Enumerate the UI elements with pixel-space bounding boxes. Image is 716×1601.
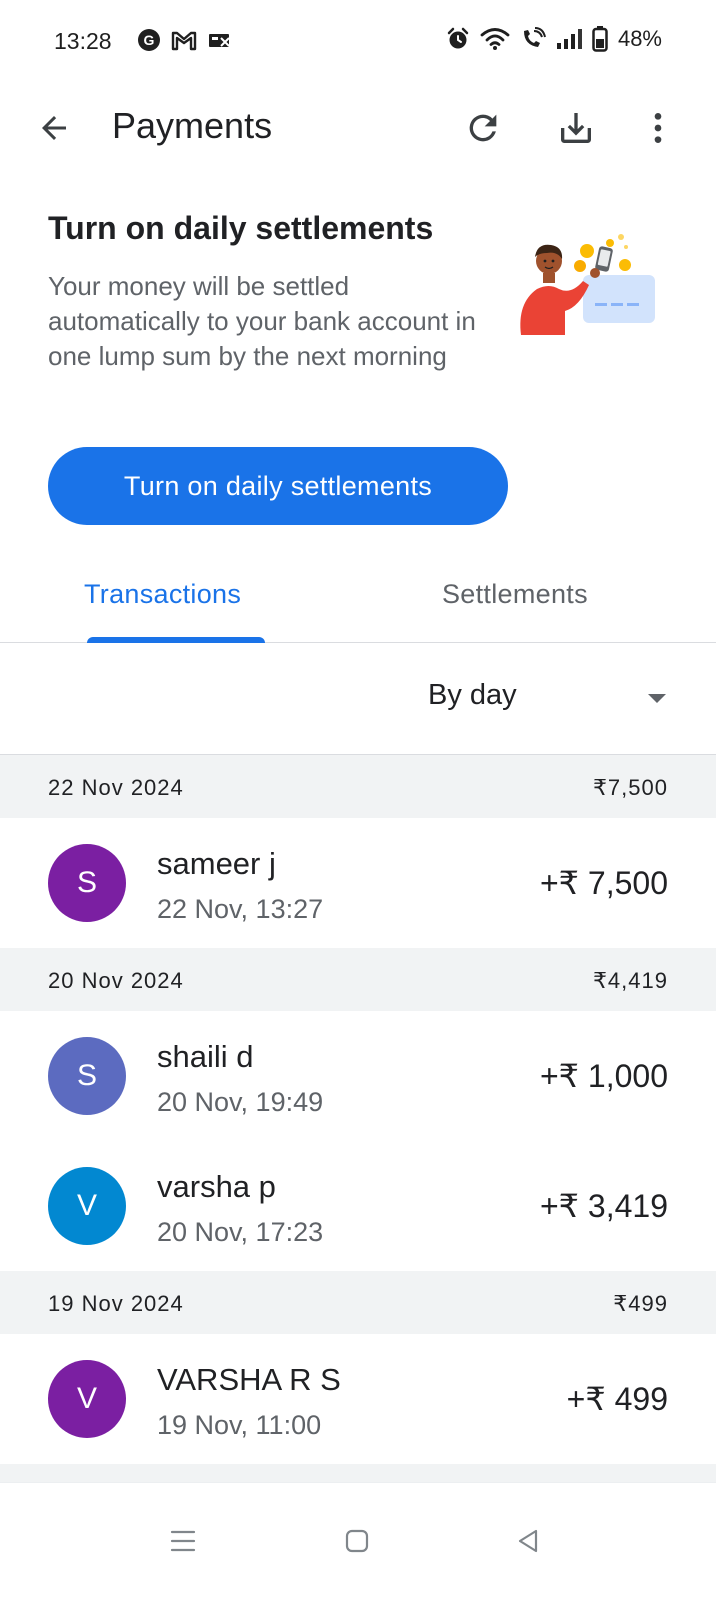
app-bar: Payments — [0, 84, 716, 172]
tab-transactions-label: Transactions — [84, 579, 242, 609]
signal-icon — [556, 29, 582, 49]
transaction-row[interactable]: S sameer j 22 Nov, 13:27 +₹ 7,500 — [0, 818, 716, 948]
home-button[interactable] — [339, 1523, 375, 1559]
wifi-calling-icon — [523, 27, 546, 47]
transaction-time: 20 Nov, 19:49 — [157, 1087, 324, 1117]
square-icon — [345, 1529, 369, 1553]
filter-row: By day — [0, 643, 716, 755]
arrow-back-icon — [42, 116, 66, 140]
avatar: V — [48, 1167, 126, 1245]
page-title: Payments — [112, 105, 273, 146]
arrow-drop-down-icon — [648, 694, 666, 703]
day-total: ₹499 — [613, 1291, 668, 1316]
download-button[interactable] — [552, 104, 600, 152]
transaction-time: 22 Nov, 13:27 — [157, 894, 324, 924]
tab-settlements-label: Settlements — [442, 579, 588, 609]
day-header: 20 Nov 2024 ₹4,419 — [0, 948, 716, 1011]
daily-settlements-promo: Turn on daily settlements Your money wil… — [48, 205, 688, 535]
payer-name: shaili d — [157, 1039, 254, 1074]
day-date: 22 Nov 2024 — [48, 775, 184, 800]
alarm-icon — [447, 27, 469, 49]
period-dropdown[interactable]: By day — [428, 677, 668, 721]
transaction-time: 20 Nov, 17:23 — [157, 1217, 324, 1247]
status-right: 48% — [446, 26, 662, 52]
period-dropdown-value: By day — [428, 679, 517, 711]
status-bar: 13:28 G 48% — [0, 0, 716, 84]
transaction-amount: +₹ 1,000 — [539, 1058, 668, 1094]
status-time: 13:28 — [54, 28, 112, 54]
avatar-initial: V — [76, 1189, 97, 1222]
transaction-row[interactable]: V VARSHA R S 19 Nov, 11:00 +₹ 499 — [0, 1334, 716, 1464]
tab-bar: Transactions Settlements — [0, 565, 716, 643]
transaction-row[interactable]: S shaili d 20 Nov, 19:49 +₹ 1,000 — [0, 1011, 716, 1141]
back-nav-button[interactable] — [510, 1523, 546, 1559]
more-vert-icon — [654, 113, 662, 143]
more-options-button[interactable] — [634, 104, 682, 152]
payer-name: sameer j — [157, 846, 276, 881]
wifi-icon — [480, 28, 510, 50]
day-header: 19 Nov 2024 ₹499 — [0, 1271, 716, 1334]
avatar-initial: S — [76, 866, 97, 899]
avatar: S — [48, 844, 126, 922]
settlement-illustration — [520, 234, 655, 335]
turn-on-daily-settlements-button[interactable]: Turn on daily settlements — [48, 447, 508, 525]
download-icon — [561, 113, 591, 143]
transaction-amount: +₹ 499 — [566, 1381, 668, 1417]
google-icon: G — [138, 29, 160, 51]
payments-icon — [209, 34, 230, 47]
avatar: S — [48, 1037, 126, 1115]
day-total: ₹4,419 — [592, 968, 668, 993]
transaction-row[interactable]: V varsha p 20 Nov, 17:23 +₹ 3,419 — [0, 1141, 716, 1271]
payer-name: varsha p — [157, 1169, 276, 1204]
day-total: ₹7,500 — [592, 775, 668, 800]
avatar-initial: S — [76, 1059, 97, 1092]
day-header-partial — [0, 1464, 716, 1484]
refresh-icon — [469, 114, 497, 142]
system-nav-bar — [0, 1482, 716, 1601]
recents-button[interactable] — [165, 1523, 201, 1559]
promo-description: Your money will be settled automatically… — [48, 271, 476, 371]
day-date: 20 Nov 2024 — [48, 968, 184, 993]
menu-icon — [170, 1530, 196, 1552]
avatar: V — [48, 1360, 126, 1438]
transaction-time: 19 Nov, 11:00 — [157, 1410, 322, 1440]
payer-name: VARSHA R S — [157, 1362, 341, 1397]
back-button[interactable] — [32, 106, 76, 150]
gmail-icon — [171, 31, 197, 51]
transaction-amount: +₹ 3,419 — [539, 1188, 668, 1224]
battery-icon — [592, 26, 608, 52]
refresh-button[interactable] — [459, 104, 507, 152]
tab-settlements[interactable]: Settlements — [442, 565, 588, 641]
transaction-amount: +₹ 7,500 — [539, 865, 668, 901]
battery-percentage: 48% — [617, 26, 662, 51]
triangle-back-icon — [518, 1529, 538, 1553]
status-app-icons: G — [137, 28, 233, 52]
day-header: 22 Nov 2024 ₹7,500 — [0, 755, 716, 818]
transaction-list: 22 Nov 2024 ₹7,500 S sameer j 22 Nov, 13… — [0, 755, 716, 1484]
day-date: 19 Nov 2024 — [48, 1291, 184, 1316]
svg-text:G: G — [144, 32, 155, 48]
avatar-initial: V — [76, 1382, 97, 1415]
tab-transactions[interactable]: Transactions — [84, 565, 241, 641]
